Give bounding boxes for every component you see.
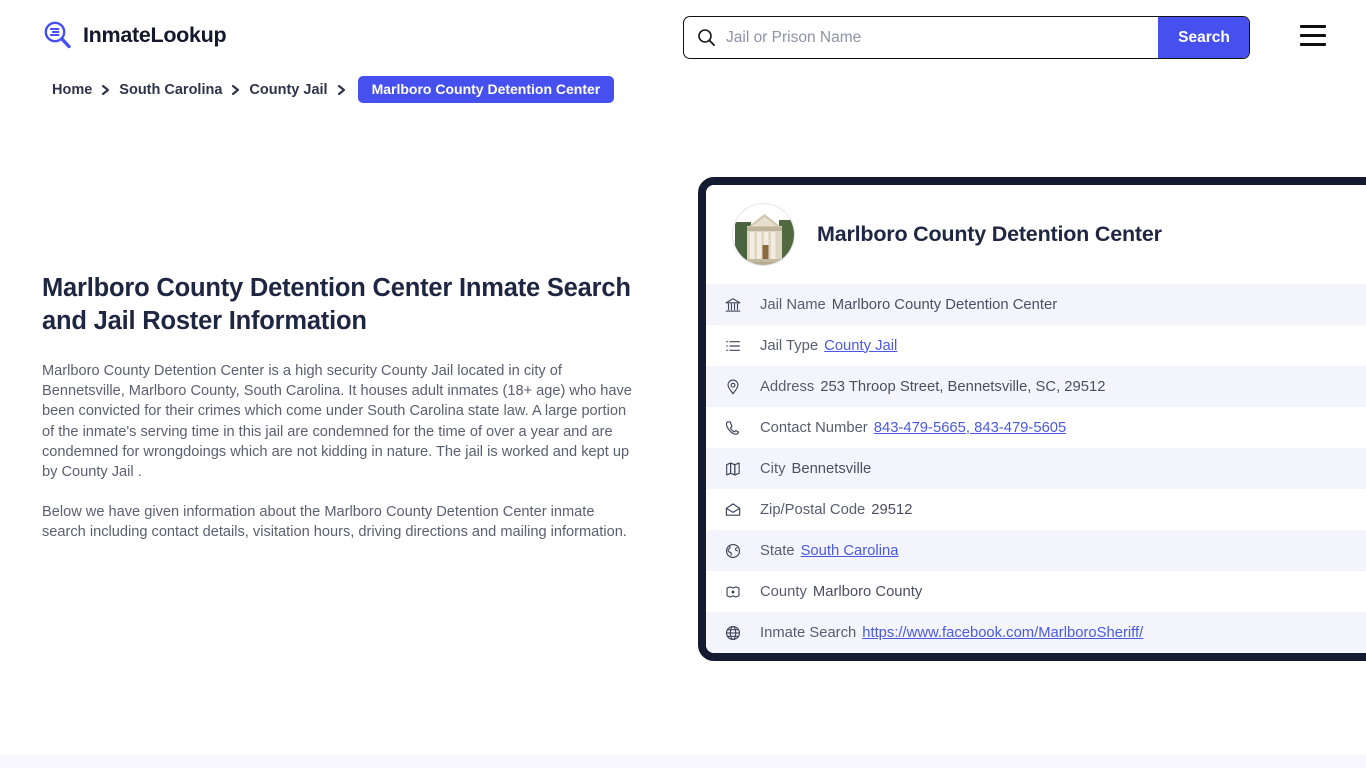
row-label: State [760,542,795,559]
card-header: Marlboro County Detention Center [706,185,1366,284]
bank-building-icon [724,296,742,314]
breadcrumb-item-home[interactable]: Home [52,82,92,98]
article-column: Marlboro County Detention Center Inmate … [42,272,634,543]
row-label: Inmate Search [760,624,857,641]
jail-info-card: Marlboro County Detention Center Jail Na… [698,177,1366,661]
hamburger-line [1300,25,1326,29]
table-row: Contact Number 843-479-5665, 843-479-560… [706,407,1366,448]
row-value-link[interactable]: 843-479-5665, 843-479-5605 [874,420,1067,436]
row-label: City [760,460,786,477]
list-icon [724,337,742,355]
page-root: InmateLookup Search Home South Carolina [0,0,1366,768]
card-title: Marlboro County Detention Center [817,222,1162,246]
search-button[interactable]: Search [1158,17,1249,58]
chevron-right-icon [337,84,346,96]
table-row: County Marlboro County [706,571,1366,612]
table-row: State South Carolina [706,530,1366,571]
breadcrumb-item-state[interactable]: South Carolina [119,82,222,98]
chevron-right-icon [101,84,110,96]
envelope-icon [724,501,742,519]
row-value: 29512 [871,501,913,518]
map-pin-icon [724,378,742,396]
map-icon [724,460,742,478]
breadcrumb: Home South Carolina County Jail Marlboro… [52,76,615,103]
phone-icon [724,419,742,437]
chevron-right-icon [231,84,240,96]
row-label: Jail Name [760,296,826,313]
table-row: Zip/Postal Code 29512 [706,489,1366,530]
hamburger-line [1300,33,1326,38]
breadcrumb-item-jail-type[interactable]: County Jail [249,82,327,98]
row-label: Contact Number [760,419,868,436]
hamburger-line [1300,42,1326,46]
secondary-paragraph: Below we have given information about th… [42,504,627,541]
table-row: Inmate Search https://www.facebook.com/M… [706,612,1366,653]
row-value-link[interactable]: https://www.facebook.com/MarlboroSheriff… [862,625,1143,641]
search-list-logo-icon [42,19,74,51]
row-value: Bennetsville [791,460,872,477]
row-label: Zip/Postal Code [760,501,866,518]
table-row: Jail Type County Jail [706,325,1366,366]
search-input[interactable] [684,17,1158,58]
globe-icon [724,624,742,642]
county-badge-icon [724,583,742,601]
row-value: Marlboro County Detention Center [831,296,1058,313]
search-icon [697,28,716,47]
site-header: InmateLookup Search [0,0,1366,74]
row-value: 253 Throop Street, Bennetsville, SC, 295… [820,378,1106,395]
intro-paragraph: Marlboro County Detention Center is a hi… [42,363,632,481]
row-label: County [760,583,807,600]
brand-name: InmateLookup [83,22,227,47]
table-row: City Bennetsville [706,448,1366,489]
row-label: Jail Type [760,337,819,354]
search-bar: Search [683,16,1250,59]
row-value-link[interactable]: County Jail [824,338,897,354]
courthouse-photo [732,203,795,266]
page-title: Marlboro County Detention Center Inmate … [42,274,631,335]
site-logo[interactable]: InmateLookup [42,19,227,51]
table-row: Address 253 Throop Street, Bennetsville,… [706,366,1366,407]
globe-americas-icon [724,542,742,560]
breadcrumb-item-current: Marlboro County Detention Center [357,76,615,103]
page-bottom-strip [0,755,1366,768]
row-value: Marlboro County [812,583,923,600]
hamburger-menu-icon[interactable] [1300,25,1326,46]
row-label: Address [760,378,815,395]
row-value-link[interactable]: South Carolina [801,543,899,559]
table-row: Jail Name Marlboro County Detention Cent… [706,284,1366,325]
